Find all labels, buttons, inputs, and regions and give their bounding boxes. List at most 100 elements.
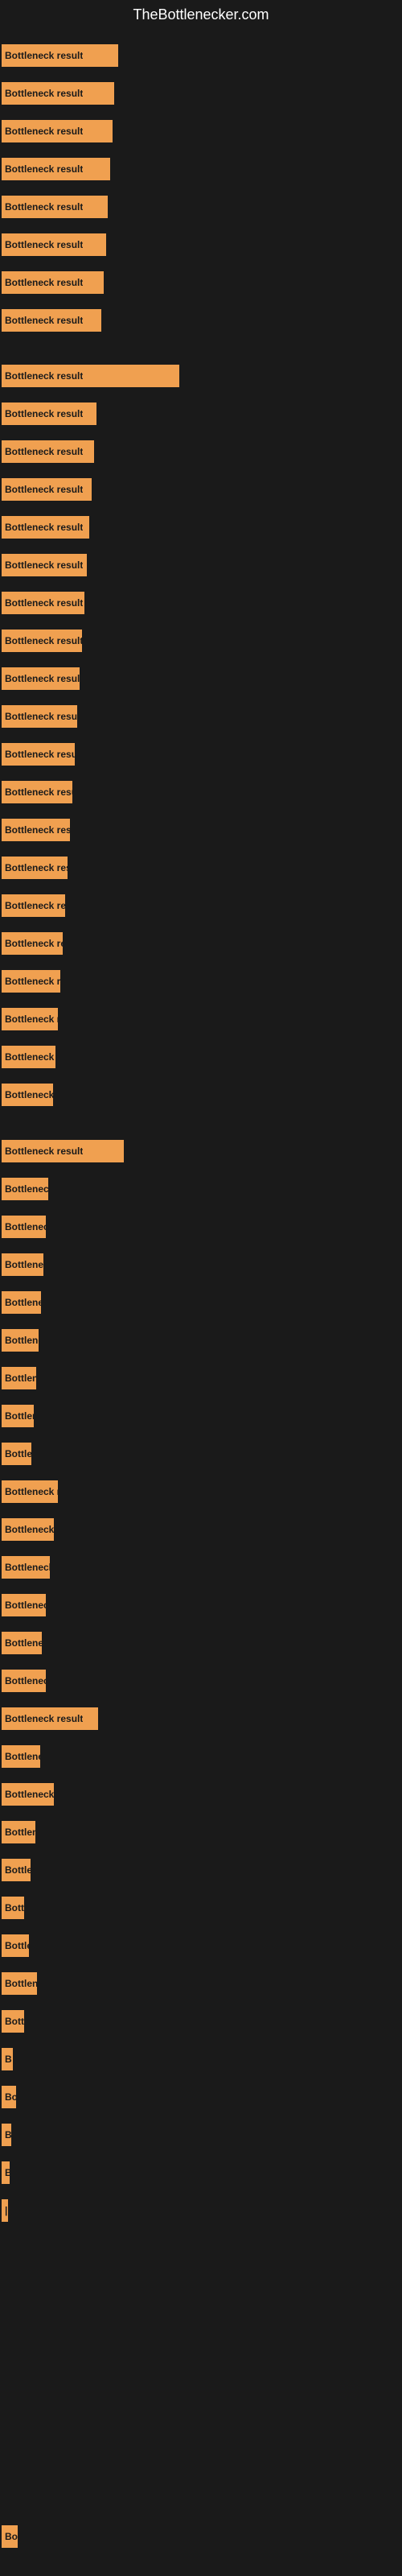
bar: Bottleneck result — [2, 1291, 41, 1314]
bar-label: Bottleneck result — [5, 163, 83, 175]
bar: Bottleneck result — [2, 1480, 58, 1503]
bar: Bottleneck r — [2, 1632, 42, 1654]
bar: Bottleneck result — [2, 1518, 54, 1541]
bar: B — [2, 2161, 10, 2184]
bar-label: Bottleneck result — [5, 239, 83, 250]
bar-label: Bottleneck result — [5, 635, 82, 646]
bar-label: Bottleneck result — [5, 1373, 36, 1384]
bar: Bottleneck result — [2, 402, 96, 425]
bar: Bottleneck result — [2, 970, 60, 993]
bar: Bottle — [2, 1934, 29, 1957]
bar-label: Bottleneck result — [5, 900, 65, 911]
bar-label: Bottleneck result — [5, 50, 83, 61]
bar-label: Bott — [5, 2016, 24, 2027]
bar: Bottleneck result — [2, 630, 82, 652]
bar-label: Bottleneck result — [5, 749, 75, 760]
bar-label: Bottle — [5, 1940, 29, 1951]
bar-label: B — [5, 2054, 12, 2065]
bar-label: Bottleneck result — [5, 88, 83, 99]
bar: Bottleneck result — [2, 894, 65, 917]
bar: B — [2, 2048, 13, 2070]
bar: | — [2, 2199, 8, 2222]
bar-label: Bottleneck result — [5, 1051, 55, 1063]
bar: Bottleneck result — [2, 1253, 43, 1276]
bar-label: Bottleneck resu — [5, 1789, 54, 1800]
bar: Bottleneck result — [2, 1178, 48, 1200]
bar-label: Bottleneck result — [5, 1183, 48, 1195]
bar-label: Bottlenec — [5, 1978, 37, 1989]
bar: Bottlenec — [2, 1972, 37, 1995]
bar: Bottleneck result — [2, 1556, 50, 1579]
bar-label: Bottleneck result — [5, 976, 60, 987]
bar-label: Bottleneck result — [5, 1089, 53, 1100]
bar-label: Bottleneck r — [5, 1637, 42, 1649]
bar-label: Bottleneck result — [5, 370, 83, 382]
bar-label: Bottleneck result — [5, 938, 63, 949]
bar-label: Bottleneck result — [5, 484, 83, 495]
bar: Bottleneck result — [2, 819, 70, 841]
bar-label: | — [5, 2205, 7, 2216]
bar-label: Bottle — [5, 1864, 31, 1876]
bar: Bottleneck result — [2, 667, 80, 690]
bar: Bottleneck result — [2, 440, 94, 463]
bar: Bottleneck result — [2, 1443, 31, 1465]
bar: Bottleneck result — [2, 82, 114, 105]
bar-label: Bottleneck result — [5, 1486, 58, 1497]
bar-label: Bottleneck result — [5, 1335, 39, 1346]
bar-label: Bottleneck result — [5, 862, 68, 873]
bar-label: Bottleneck result — [5, 1562, 50, 1573]
bar: Bottleneck result — [2, 196, 108, 218]
bar: Bottleneck resu — [2, 1783, 54, 1806]
bar: Bottleneck result — [2, 705, 77, 728]
bar-label: Bottleneck result — [5, 522, 83, 533]
bar: B — [2, 2124, 11, 2146]
bar-label: Bottleneck result — [5, 711, 77, 722]
site-title: TheBottlenecker.com — [0, 0, 402, 30]
bar: Bottleneck result — [2, 1707, 98, 1730]
bar-label: Bottleneck result — [5, 1713, 83, 1724]
bar-label: Bott — [5, 1902, 24, 1913]
bar-label: Bottleneck result — [5, 786, 72, 798]
chart-area: Bottleneck result Bottleneck result Bottle… — [0, 30, 402, 2566]
bar-label: Bottleneck result — [5, 1410, 34, 1422]
bar: Bottleneck result — [2, 271, 104, 294]
bar: Bottleneck result — [2, 516, 89, 539]
bar-label: B — [5, 2167, 10, 2178]
bar: Bottlene — [2, 1821, 35, 1843]
bar-label: B — [5, 2129, 11, 2140]
bar: Bott — [2, 2010, 24, 2033]
bar: Bottleneck r — [2, 1745, 40, 1768]
bar-label: Bottlene — [5, 1827, 35, 1838]
bar-label: Bottleneck result — [5, 277, 83, 288]
bar: Bottleneck result — [2, 592, 84, 614]
bar-label: Bottleneck result — [5, 1259, 43, 1270]
bar-label: Bottleneck result — [5, 1297, 41, 1308]
bar: Bottleneck result — [2, 44, 118, 67]
bar: Bottleneck result — [2, 1405, 34, 1427]
bar-label: Bo — [5, 2531, 18, 2542]
bar-label: Bottleneck result — [5, 1524, 54, 1535]
bar-label: Bottleneck result — [5, 315, 83, 326]
bar: Bottleneck result — [2, 1329, 39, 1352]
bar: Bottleneck result — [2, 309, 101, 332]
bar: Bott — [2, 1897, 24, 1919]
bar-label: Bottleneck result — [5, 126, 83, 137]
bar: Bottleneck result — [2, 932, 63, 955]
bar: Bottleneck result — [2, 1046, 55, 1068]
bar: Bottleneck result — [2, 1008, 58, 1030]
bar-label: Bottleneck result — [5, 201, 83, 213]
bar-label: Bottleneck result — [5, 408, 83, 419]
bar-label: Bottleneck result — [5, 597, 83, 609]
bar: Bottleneck result — [2, 1084, 53, 1106]
bar: Bottleneck result — [2, 1594, 46, 1616]
bar-label: Bottleneck result — [5, 1221, 46, 1232]
bar: Bottleneck result — [2, 478, 92, 501]
bar: Bo — [2, 2525, 18, 2548]
bar: Bottle — [2, 1859, 31, 1881]
bar: Bottleneck result — [2, 365, 179, 387]
bar-label: Bottleneck result — [5, 446, 83, 457]
bar: Bottleneck result — [2, 1140, 124, 1162]
bar: Bottleneck result — [2, 233, 106, 256]
bar: Bottleneck result — [2, 781, 72, 803]
bar-label: Bottleneck result — [5, 1600, 46, 1611]
